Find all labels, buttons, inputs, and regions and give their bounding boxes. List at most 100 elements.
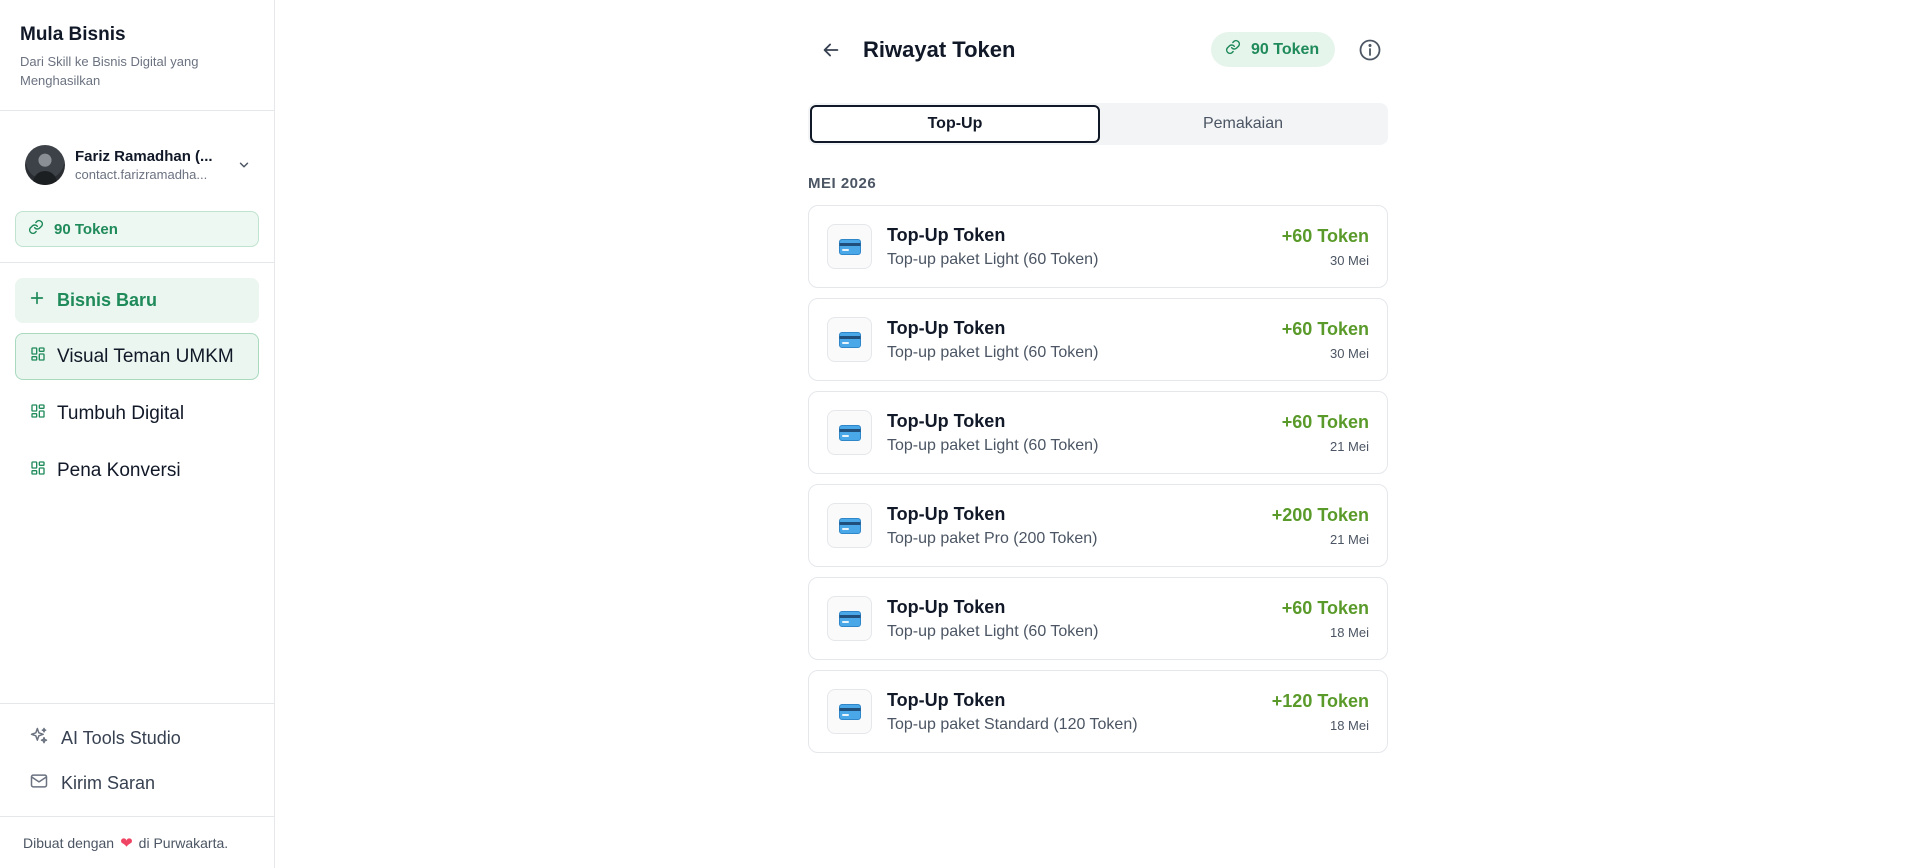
sidebar-item-label: Pena Konversi [57, 459, 181, 481]
footer-prefix: Dibuat dengan [23, 834, 115, 851]
back-button[interactable] [813, 32, 849, 68]
transaction-meta: +60 Token 30 Mei [1282, 226, 1369, 268]
transaction-title: Top-Up Token [887, 410, 1006, 431]
history-tabs: Top-Up Pemakaian [808, 103, 1388, 145]
transaction-date: 21 Mei [1329, 438, 1369, 454]
transaction-date: 21 Mei [1329, 531, 1369, 547]
link-chain-icon [28, 219, 54, 239]
brand: Mula Bisnis Dari Skill ke Bisnis Digital… [0, 0, 274, 111]
transaction-meta: +60 Token 18 Mei [1282, 598, 1369, 640]
token-history-panel: Riwayat Token 90 Token Top-Up Pemakaian … [808, 0, 1388, 763]
tab-top-up[interactable]: Top-Up [810, 105, 1100, 143]
brand-title: Mula Bisnis [20, 24, 126, 45]
transaction-text: Top-Up Token Top-up paket Light (60 Toke… [887, 597, 1282, 641]
sidebar: Mula Bisnis Dari Skill ke Bisnis Digital… [0, 0, 275, 868]
transaction-list: Top-Up Token Top-up paket Light (60 Toke… [808, 205, 1388, 753]
sidebar-nav: Bisnis Baru Visual Teman UMKM Tumbuh Dig… [0, 263, 274, 504]
sidebar-item-pena-konversi[interactable]: Pena Konversi [15, 447, 259, 494]
transaction-meta: +60 Token 21 Mei [1282, 412, 1369, 454]
sidebar-bottom: AI Tools Studio Kirim Saran [0, 703, 274, 816]
chevron-down-icon[interactable] [234, 155, 254, 175]
app-root: Mula Bisnis Dari Skill ke Bisnis Digital… [0, 0, 1918, 868]
footer-suffix: di Purwakarta. [138, 834, 229, 851]
grid-layout-icon [30, 346, 57, 368]
credit-card-icon [827, 224, 872, 269]
transaction-card: Top-Up Token Top-up paket Pro (200 Token… [808, 484, 1388, 567]
transaction-amount: +60 Token [1281, 318, 1369, 339]
transaction-title: Top-Up Token [887, 317, 1006, 338]
transaction-amount: +120 Token [1271, 690, 1369, 711]
ai-tools-studio-link[interactable]: AI Tools Studio [15, 716, 259, 761]
month-heading: MEI 2026 [808, 175, 877, 192]
sidebar-token-label: 90 Token [54, 220, 118, 238]
main-content: Riwayat Token 90 Token Top-Up Pemakaian … [275, 0, 1918, 868]
transaction-date: 18 Mei [1329, 717, 1369, 733]
sidebar-item-tumbuh-digital[interactable]: Tumbuh Digital [15, 390, 259, 437]
header-token-label: 90 Token [1251, 40, 1320, 58]
send-feedback-link[interactable]: Kirim Saran [15, 761, 259, 806]
user-info: Fariz Ramadhan (... contact.farizramadha… [75, 148, 234, 182]
feedback-label: Kirim Saran [61, 773, 156, 793]
new-business-label: Bisnis Baru [57, 290, 158, 310]
transaction-title: Top-Up Token [887, 596, 1006, 617]
transaction-title: Top-Up Token [887, 224, 1006, 245]
transaction-card: Top-Up Token Top-up paket Light (60 Toke… [808, 298, 1388, 381]
header-token-balance: 90 Token [1211, 32, 1336, 67]
transaction-subtitle: Top-up paket Light (60 Token) [887, 622, 1099, 640]
transaction-meta: +200 Token 21 Mei [1272, 505, 1369, 547]
transaction-subtitle: Top-up paket Light (60 Token) [887, 343, 1099, 361]
user-name: Fariz Ramadhan (... [75, 148, 213, 165]
credit-card-icon [827, 689, 872, 734]
transaction-card: Top-Up Token Top-up paket Light (60 Toke… [808, 205, 1388, 288]
grid-layout-icon [30, 403, 57, 425]
sidebar-item-label: Visual Teman UMKM [57, 345, 234, 367]
transaction-subtitle: Top-up paket Light (60 Token) [887, 436, 1099, 454]
transaction-card: Top-Up Token Top-up paket Standard (120 … [808, 670, 1388, 753]
transaction-date: 30 Mei [1329, 252, 1369, 268]
page-header: Riwayat Token 90 Token [808, 0, 1388, 100]
user-menu[interactable]: Fariz Ramadhan (... contact.farizramadha… [0, 111, 274, 211]
transaction-subtitle: Top-up paket Standard (120 Token) [887, 715, 1138, 733]
grid-layout-icon [30, 460, 57, 482]
transaction-text: Top-Up Token Top-up paket Light (60 Toke… [887, 411, 1282, 455]
avatar [25, 145, 65, 185]
sidebar-item-label: Tumbuh Digital [57, 402, 185, 424]
sparkles-icon [29, 726, 61, 751]
transaction-title: Top-Up Token [887, 689, 1006, 710]
tab-pemakaian[interactable]: Pemakaian [1100, 105, 1386, 143]
mail-icon [29, 771, 61, 796]
info-button[interactable] [1357, 37, 1383, 63]
ai-tools-label: AI Tools Studio [61, 728, 181, 748]
transaction-text: Top-Up Token Top-up paket Standard (120 … [887, 690, 1272, 734]
credit-card-icon [827, 596, 872, 641]
sidebar-item-visual-teman-umkm[interactable]: Visual Teman UMKM [15, 333, 259, 380]
transaction-text: Top-Up Token Top-up paket Light (60 Toke… [887, 225, 1282, 269]
transaction-subtitle: Top-up paket Pro (200 Token) [887, 529, 1098, 547]
transaction-meta: +120 Token 18 Mei [1272, 691, 1369, 733]
transaction-amount: +60 Token [1281, 411, 1369, 432]
transaction-card: Top-Up Token Top-up paket Light (60 Toke… [808, 577, 1388, 660]
transaction-amount: +200 Token [1271, 504, 1369, 525]
credit-card-icon [827, 317, 872, 362]
brand-tagline: Dari Skill ke Bisnis Digital yang Mengha… [20, 54, 199, 88]
transaction-subtitle: Top-up paket Light (60 Token) [887, 250, 1099, 268]
transaction-amount: +60 Token [1281, 597, 1369, 618]
credit-card-icon [827, 503, 872, 548]
transaction-card: Top-Up Token Top-up paket Light (60 Toke… [808, 391, 1388, 474]
transaction-text: Top-Up Token Top-up paket Light (60 Toke… [887, 318, 1282, 362]
transaction-date: 30 Mei [1329, 345, 1369, 361]
heart-icon: ❤ [120, 834, 133, 852]
transaction-title: Top-Up Token [887, 503, 1006, 524]
credit-card-icon [827, 410, 872, 455]
transaction-text: Top-Up Token Top-up paket Pro (200 Token… [887, 504, 1272, 548]
transaction-meta: +60 Token 30 Mei [1282, 319, 1369, 361]
transaction-amount: +60 Token [1281, 225, 1369, 246]
link-chain-icon [1225, 39, 1251, 60]
new-business-button[interactable]: Bisnis Baru [15, 278, 259, 323]
plus-icon [29, 290, 57, 311]
footer: Dibuat dengan ❤ di Purwakarta. [0, 816, 274, 868]
transaction-date: 18 Mei [1329, 624, 1369, 640]
user-email: contact.farizramadha... [75, 167, 208, 182]
sidebar-token-balance[interactable]: 90 Token [15, 211, 259, 247]
